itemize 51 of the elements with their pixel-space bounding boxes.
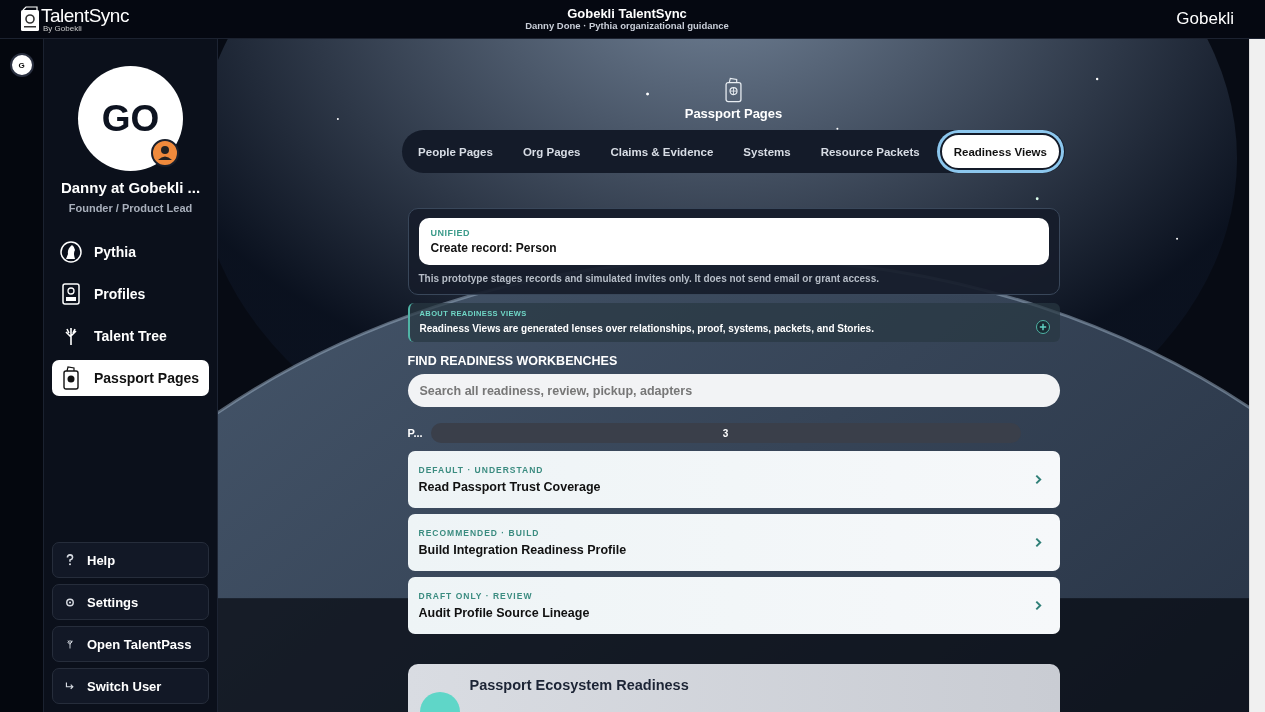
section-heading: FIND READINESS WORKBENCHES	[407, 354, 619, 368]
chevron-right-icon	[1034, 600, 1042, 611]
nav-item[interactable]: Passport Pages	[52, 360, 209, 396]
tab[interactable]: Systems	[733, 133, 801, 170]
card-title: Passport Ecosystem Readiness	[469, 677, 689, 693]
help-icon	[65, 554, 75, 566]
count-pill[interactable]: 3	[430, 423, 1021, 443]
tree-icon	[65, 637, 75, 651]
workbench-card[interactable]: DEFAULT · UNDERSTAND Read Passport Trust Coverage	[407, 451, 1060, 508]
switch-arrow-icon	[65, 681, 75, 691]
profile-name: Danny at Gobekli ...	[60, 179, 201, 196]
tab[interactable]: Resource Packets	[810, 133, 930, 170]
about-text: Readiness Views are generated lenses over relationships, proof, systems, packets, and Stories.	[419, 323, 875, 334]
filter-label: P...	[407, 427, 423, 439]
sidebar-button[interactable]: Switch User	[52, 668, 209, 704]
id-card-icon	[60, 283, 82, 305]
workbench-card[interactable]: DRAFT ONLY · REVIEW Audit Profile Source Lineage	[407, 577, 1060, 634]
record-card[interactable]: UNIFIED Create record: Person	[418, 218, 1049, 265]
nav-item[interactable]: Talent Tree	[52, 318, 209, 354]
profile-role: Founder / Product Lead	[68, 202, 193, 214]
chevron-right-icon	[1034, 537, 1042, 548]
passport-icon	[725, 77, 742, 103]
book-logo-icon	[20, 6, 40, 32]
page-title: Passport Pages	[684, 106, 783, 121]
sidebar-button[interactable]: Open TalentPass	[52, 626, 209, 662]
sidebar-button[interactable]: Help	[52, 542, 209, 578]
brand-name: Gobekli	[1176, 9, 1234, 29]
logo-subtitle: By Gobekli	[43, 24, 82, 33]
sidebar-button[interactable]: Settings	[52, 584, 209, 620]
logo-title: TalentSync	[41, 5, 129, 25]
profile-avatar: GO	[78, 66, 183, 171]
record-title: Create record: Person	[430, 241, 558, 255]
nav-item[interactable]: Pythia	[52, 234, 209, 270]
passport-icon	[60, 366, 82, 390]
account-avatar[interactable]: G	[9, 53, 34, 77]
search-field[interactable]: Search all readiness, review, pickup, adapters	[407, 374, 1060, 407]
workbench-card[interactable]: RECOMMENDED · BUILD Build Integration Readiness Profile	[407, 514, 1060, 571]
nav-item[interactable]: Profiles	[52, 276, 209, 312]
record-type: UNIFIED	[430, 228, 471, 238]
app-title: Gobekli TalentSync	[567, 6, 687, 21]
head-icon	[60, 241, 82, 263]
expand-button[interactable]	[1035, 320, 1050, 334]
tab[interactable]: People Pages	[408, 133, 503, 170]
tab[interactable]: Org Pages	[512, 133, 591, 170]
tab[interactable]: Readiness Views	[939, 133, 1061, 170]
person-icon	[151, 139, 179, 167]
prototype-note: This prototype stages records and simulated invites only. It does not send email or grant access.	[418, 273, 880, 284]
chevron-right-icon	[1034, 474, 1042, 485]
tab[interactable]: Claims & Evidence	[600, 133, 724, 170]
app-subtitle: Danny Done · Pythia organizational guidance	[525, 20, 729, 32]
settings-icon	[65, 597, 75, 607]
